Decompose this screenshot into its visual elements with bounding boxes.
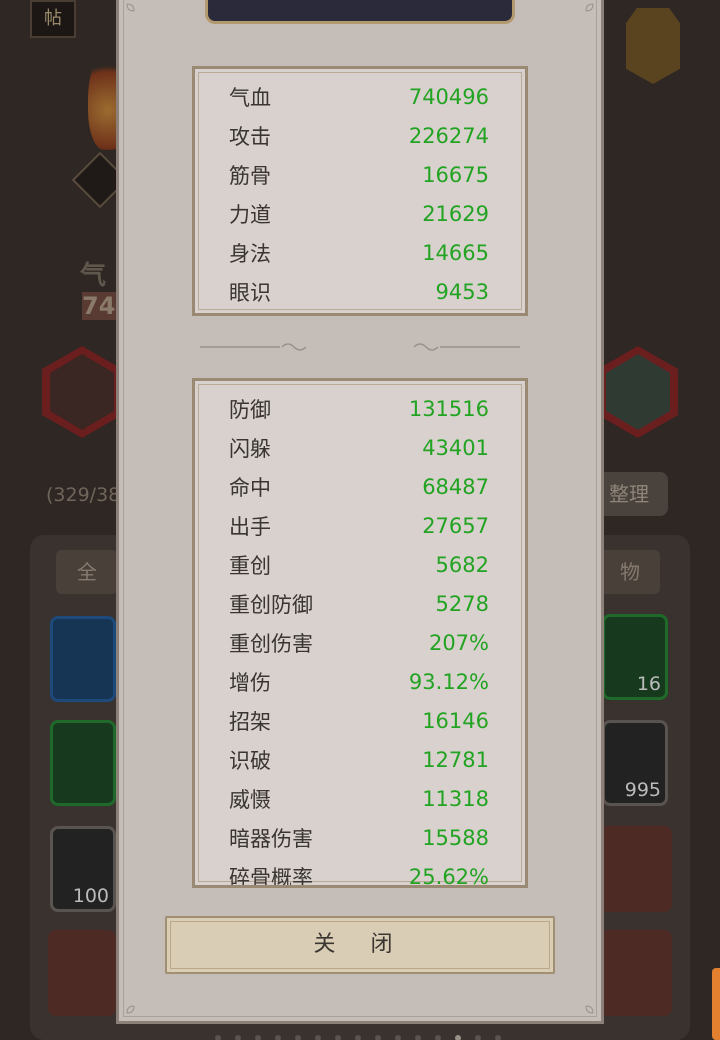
stat-value: 5682 (435, 552, 489, 577)
stat-value: 14665 (422, 240, 489, 265)
stat-value: 25.62% (408, 864, 489, 888)
stat-label: 力道 (229, 202, 271, 227)
stat-label: 招架 (229, 709, 271, 734)
primary-stats-panel: 气血 740496 攻击 226274 筋骨 16675 力道 21629 身法 1466… (192, 66, 528, 316)
stat-row: 重创防御 5278 (229, 584, 489, 623)
stat-label: 重创伤害 (229, 631, 313, 656)
stat-value: 68487 (422, 474, 489, 499)
inventory-slot-bag-right[interactable] (600, 826, 672, 912)
inventory-slot-ore[interactable]: 100 (50, 826, 116, 912)
stat-value: 5278 (435, 591, 489, 616)
stat-value: 226274 (408, 123, 489, 148)
stat-row: 身法 14665 (229, 233, 489, 272)
background-stat-value: 74 (82, 292, 118, 320)
stat-row: 筋骨 16675 (229, 155, 489, 194)
stat-label: 重创 (229, 553, 271, 578)
stat-value: 131516 (408, 396, 489, 421)
stat-row: 威慑 11318 (229, 779, 489, 818)
stat-row: 防御 131516 (229, 389, 489, 428)
inventory-slot-rod[interactable]: 995 (602, 720, 668, 806)
stat-label: 眼识 (229, 280, 271, 305)
close-button[interactable]: 关 闭 (165, 916, 555, 974)
stat-row: 招架 16146 (229, 701, 489, 740)
stat-label: 出手 (229, 514, 271, 539)
stat-row: 碎骨概率 25.62% (229, 857, 489, 888)
weapon-icon (50, 354, 114, 430)
stat-row: 闪躲 43401 (229, 428, 489, 467)
stat-value: 27657 (422, 513, 489, 538)
stat-label: 暗器伤害 (229, 826, 313, 851)
item-count: 995 (624, 779, 661, 801)
stat-row: 重创 5682 (229, 545, 489, 584)
item-count: 16 (636, 673, 661, 695)
ornamental-divider (200, 343, 520, 351)
stat-label: 闪躲 (229, 436, 271, 461)
stat-row: 气血 740496 (229, 77, 489, 116)
stat-row: 识破 12781 (229, 740, 489, 779)
corner-ornament-icon (126, 1005, 135, 1014)
background-stat-label: 气 (80, 261, 107, 291)
corner-ornament-icon (585, 1005, 594, 1014)
stat-value: 16146 (422, 708, 489, 733)
stat-label: 碎骨概率 (229, 865, 313, 888)
inventory-slot-book-right[interactable]: 16 (602, 614, 668, 700)
stat-label: 命中 (229, 475, 271, 500)
stat-label: 威慑 (229, 787, 271, 812)
stat-label: 气血 (229, 85, 271, 110)
stat-row: 暗器伤害 15588 (229, 818, 489, 857)
stat-label: 增伤 (229, 670, 271, 695)
inventory-slot-scroll[interactable] (50, 616, 116, 702)
stat-value: 43401 (422, 435, 489, 460)
stat-label: 攻击 (229, 124, 271, 149)
tab-items[interactable]: 物 (600, 550, 660, 594)
stat-row: 力道 21629 (229, 194, 489, 233)
stat-value: 11318 (422, 786, 489, 811)
stat-value: 93.12% (408, 669, 489, 694)
stat-row: 出手 27657 (229, 506, 489, 545)
inventory-slot-bag-right-2[interactable] (600, 930, 672, 1016)
item-count: 100 (72, 885, 109, 907)
stat-label: 身法 (229, 241, 271, 266)
stat-value: 21629 (422, 201, 489, 226)
post-tag-icon[interactable]: 帖 (30, 0, 76, 38)
stat-value: 12781 (422, 747, 489, 772)
dialog-header-frame (205, 0, 515, 24)
stat-row: 增伤 93.12% (229, 662, 489, 701)
stat-label: 筋骨 (229, 163, 271, 188)
stat-row: 重创伤害 207% (229, 623, 489, 662)
stat-value: 15588 (422, 825, 489, 850)
corner-ornament-icon (585, 3, 594, 12)
stat-label: 防御 (229, 397, 271, 422)
corner-ornament-icon (126, 3, 135, 12)
side-drawer-handle[interactable] (712, 968, 720, 1040)
stat-value: 740496 (408, 84, 489, 109)
stat-label: 识破 (229, 748, 271, 773)
stat-value: 9453 (435, 279, 489, 304)
stat-row: 攻击 226274 (229, 116, 489, 155)
stat-row: 命中 68487 (229, 467, 489, 506)
page-indicator (215, 1035, 501, 1040)
stat-value: 16675 (422, 162, 489, 187)
tab-all[interactable]: 全 (56, 550, 118, 594)
bag-capacity: (329/38 (46, 484, 121, 506)
lantern-badge-icon[interactable] (626, 8, 680, 84)
inventory-slot-bag[interactable] (48, 930, 116, 1016)
stat-value: 207% (428, 630, 489, 655)
stat-label: 重创防御 (229, 592, 313, 617)
stat-row: 眼识 9453 (229, 272, 489, 311)
armor-icon (606, 354, 670, 430)
secondary-stats-panel[interactable]: 防御 131516 闪躲 43401 命中 68487 出手 27657 重创 5682 … (192, 378, 528, 888)
inventory-slot-book[interactable] (50, 720, 116, 806)
